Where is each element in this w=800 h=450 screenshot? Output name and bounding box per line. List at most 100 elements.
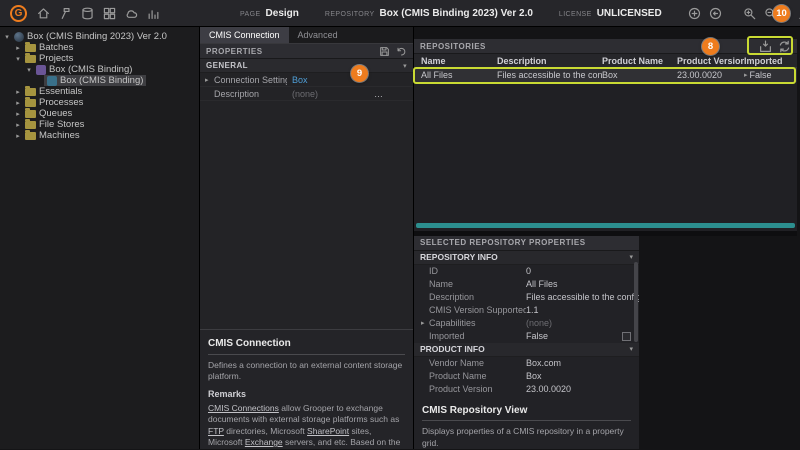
property-row-capabilities[interactable]: ▸ Capabilities (none) (414, 317, 639, 330)
help-title: CMIS Connection (208, 337, 405, 355)
expander-collapsed-icon[interactable]: ▸ (14, 121, 22, 129)
expander-expanded-icon[interactable]: ▾ (3, 33, 11, 41)
expander-collapsed-icon[interactable]: ▸ (421, 319, 429, 327)
property-value: 1.1 (526, 305, 639, 315)
tree-item-label: Essentials (39, 86, 82, 97)
help-link[interactable]: SharePoint (307, 426, 349, 436)
property-value: Box.com (526, 358, 639, 368)
column-header-imported[interactable]: Imported (744, 56, 797, 66)
tree-item-processes[interactable]: ▸ Processes (0, 97, 199, 108)
stats-icon[interactable] (147, 7, 160, 20)
tree-item-batches[interactable]: ▸ Batches (0, 42, 199, 53)
property-value: 23.00.0020 (526, 384, 639, 394)
product-info-section-header[interactable]: PRODUCT INFO ▾ (414, 343, 639, 357)
help-link[interactable]: CMIS (208, 448, 229, 449)
imported-checkbox[interactable] (622, 332, 631, 341)
page-value: Design (266, 8, 299, 19)
chevron-down-icon: ▾ (629, 345, 633, 353)
tree-item-projects[interactable]: ▾ Projects (0, 53, 199, 64)
help-link[interactable]: CMIS Connections (208, 403, 279, 413)
tree-item-box-cmis-binding-connection[interactable]: Box (CMIS Binding) (0, 75, 199, 86)
help-link[interactable]: Exchange (245, 437, 283, 447)
zoom-in-icon[interactable] (743, 7, 756, 20)
folder-icon (25, 132, 36, 140)
page-indicator: PAGE Design (240, 8, 299, 19)
expander-collapsed-icon[interactable]: ▸ (14, 88, 22, 96)
property-row-product-name: Product Name Box (414, 370, 639, 383)
property-value[interactable]: (none) (287, 89, 374, 99)
tree-item-machines[interactable]: ▸ Machines (0, 130, 199, 141)
folder-icon (25, 55, 36, 63)
help-definition: Defines a connection to an external cont… (208, 360, 405, 383)
properties-header-label: PROPERTIES (206, 47, 263, 56)
vertical-scrollbar-thumb[interactable] (634, 262, 638, 342)
expander-expanded-icon[interactable]: ▾ (14, 55, 22, 63)
folder-icon (25, 99, 36, 107)
help-link[interactable]: FTP (208, 426, 224, 436)
tree-item-label: Box (CMIS Binding) (60, 75, 143, 86)
topbar: G PAGE Design REPOSITORY Box (CMIS Bindi… (0, 0, 800, 27)
horizontal-scrollbar[interactable] (416, 223, 795, 228)
repository-info-section-header[interactable]: REPOSITORY INFO ▾ (414, 251, 639, 265)
ellipsis-button[interactable]: … (374, 89, 383, 99)
general-category-header[interactable]: GENERAL ▾ (200, 59, 413, 73)
expander-collapsed-icon[interactable]: ▸ (14, 44, 22, 52)
property-label: Imported (429, 331, 526, 341)
column-header-description[interactable]: Description (497, 56, 602, 66)
tree-item-label: Queues (39, 108, 72, 119)
repository-label: REPOSITORY (325, 11, 375, 18)
expander-expanded-icon[interactable]: ▾ (25, 66, 33, 74)
modules-icon[interactable] (103, 7, 116, 20)
back-circle-icon[interactable] (709, 7, 722, 20)
undo-icon[interactable] (396, 46, 407, 57)
cloud-icon[interactable] (125, 7, 138, 20)
save-icon[interactable] (379, 46, 390, 57)
tab-cmis-connection[interactable]: CMIS Connection (200, 27, 289, 43)
property-value[interactable]: Box (287, 75, 413, 85)
topbar-left-icons (37, 7, 160, 20)
folder-icon (25, 88, 36, 96)
column-header-product-version[interactable]: Product Version (677, 56, 744, 66)
column-header-product-name[interactable]: Product Name (602, 56, 677, 66)
tab-bar: CMIS Connection Advanced (200, 27, 413, 44)
help-text: Displays properties of a CMIS repository… (422, 426, 631, 449)
repository-value: Box (CMIS Binding 2023) Ver 2.0 (380, 8, 533, 19)
selected-repository-header-label: SELECTED REPOSITORY PROPERTIES (420, 238, 586, 247)
property-row-description[interactable]: Description (none) … (200, 87, 413, 101)
expander-collapsed-icon[interactable]: ▸ (14, 110, 22, 118)
database-icon[interactable] (81, 7, 94, 20)
tools-icon[interactable] (59, 7, 72, 20)
property-label: Description (429, 292, 526, 302)
repositories-empty-area (414, 82, 797, 231)
add-circle-icon[interactable] (688, 7, 701, 20)
tree-item-essentials[interactable]: ▸ Essentials (0, 86, 199, 97)
expander-collapsed-icon[interactable]: ▸ (14, 99, 22, 107)
tab-advanced[interactable]: Advanced (289, 27, 347, 43)
page-label: PAGE (240, 11, 261, 18)
repositories-header-label: REPOSITORIES (420, 42, 486, 51)
property-row-connection-settings[interactable]: ▸ Connection Settings Box (200, 73, 413, 87)
property-row-product-version: Product Version 23.00.0020 (414, 383, 639, 396)
tree-item-label: File Stores (39, 119, 84, 130)
folder-icon (25, 110, 36, 118)
tree-item-queues[interactable]: ▸ Queues (0, 108, 199, 119)
repository-view-help: CMIS Repository View Displays properties… (414, 404, 639, 449)
project-icon (36, 65, 46, 75)
tree-item-file-stores[interactable]: ▸ File Stores (0, 119, 199, 130)
expander-collapsed-icon[interactable]: ▸ (14, 132, 22, 140)
home-icon[interactable] (37, 7, 50, 20)
help-text-segment: servers, and etc. Based on the (283, 437, 401, 447)
properties-empty-area (200, 101, 413, 329)
tree-item-box-cmis-binding-project[interactable]: ▾ Box (CMIS Binding) (0, 64, 199, 75)
column-header-name[interactable]: Name (414, 56, 497, 66)
property-value: (none) (526, 318, 639, 328)
property-label: Product Version (429, 384, 526, 394)
property-label: Description (214, 89, 287, 99)
property-label: CMIS Version Supported (429, 305, 526, 315)
tree-item-label: Box (CMIS Binding) (49, 64, 132, 75)
annotation-badge-9: 9 (351, 65, 368, 82)
tree-item-root[interactable]: ▾ Box (CMIS Binding 2023) Ver 2.0 (0, 31, 199, 42)
expander-collapsed-icon[interactable]: ▸ (205, 76, 214, 84)
annotation-badge-10: 10 (773, 5, 790, 22)
properties-panel: CMIS Connection Advanced PROPERTIES GENE… (200, 27, 414, 449)
